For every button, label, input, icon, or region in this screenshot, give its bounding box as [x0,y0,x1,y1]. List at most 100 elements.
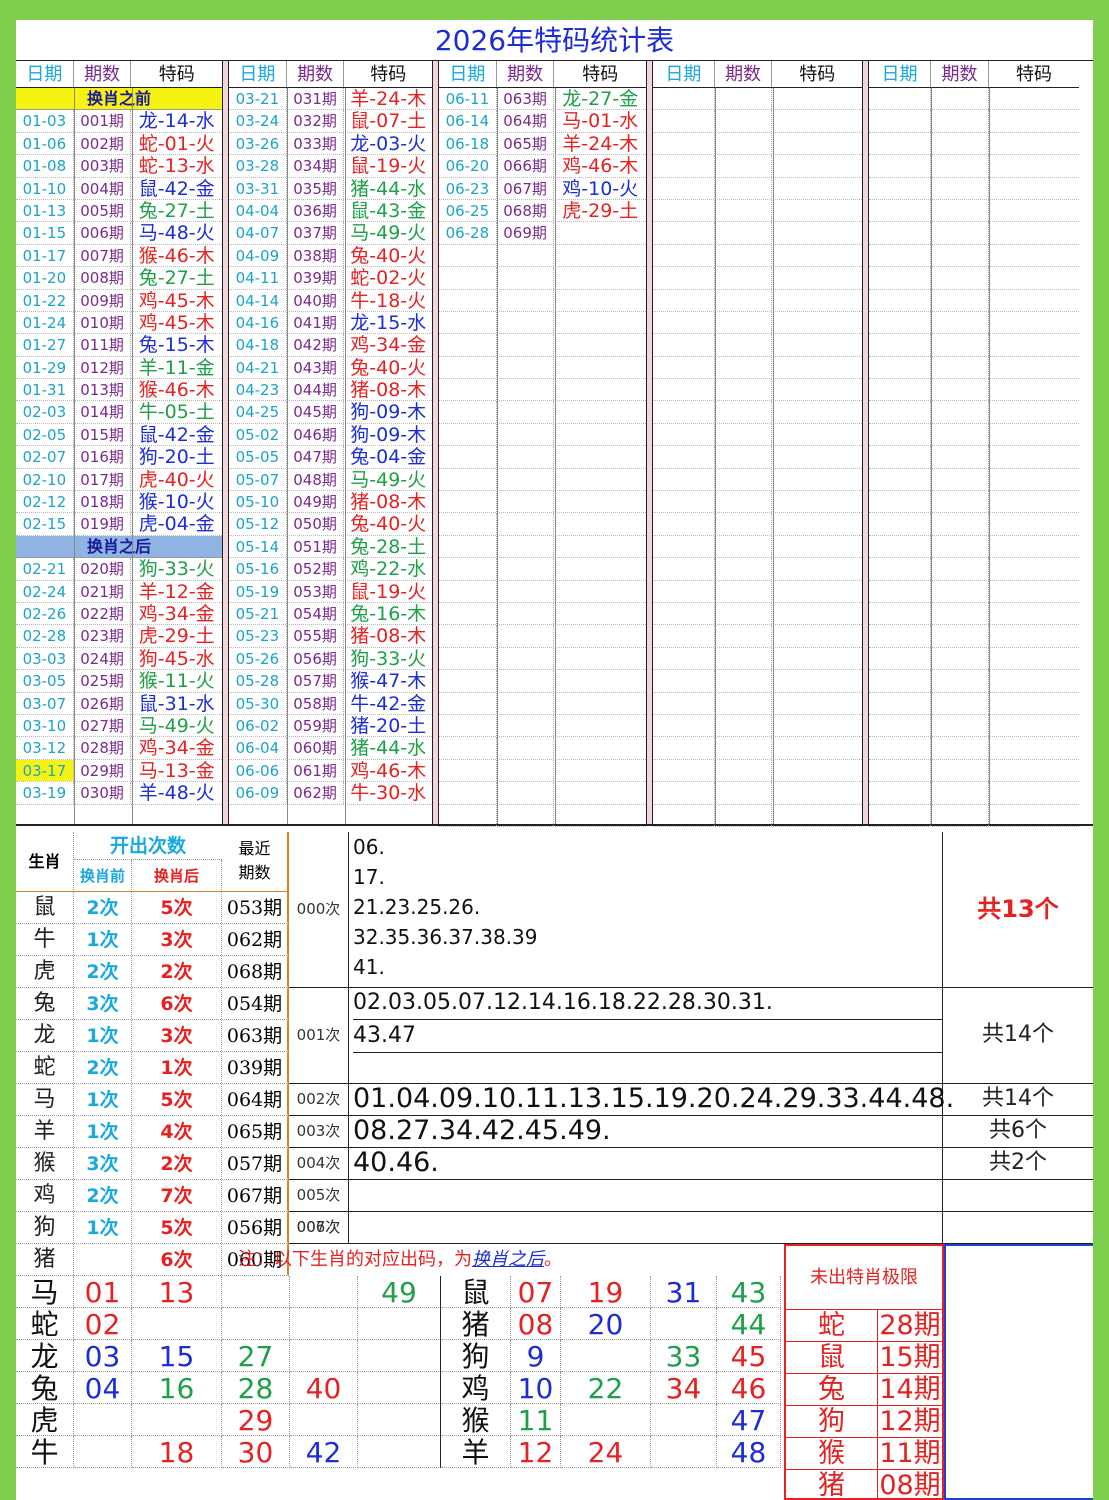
empty-row [869,244,1079,268]
table-row: 02-10 017期 虎-40-火 [16,468,222,492]
recent-issue: 067期 [222,1180,289,1211]
empty-cell [497,267,555,289]
row-code: 虎-29-土 [562,199,639,222]
empty-row [439,334,646,357]
empty-cell [554,603,646,624]
empty-row [653,558,862,581]
row-issue: 053期 [287,580,345,602]
empty-cell [931,356,989,379]
empty-row [439,535,646,559]
empty-cell [554,558,646,579]
empty-cell [497,446,555,468]
empty-row [869,356,1079,380]
empty-cell [497,714,555,737]
empty-cell [439,759,497,782]
freq-number-line: 01.04.09.10.11.13.15.19.20.24.29.33.44.4… [353,1083,955,1114]
empty-cell [715,334,773,356]
empty-cell [772,245,862,266]
header-zodiac: 生肖 [16,832,74,892]
empty-cell [554,357,646,378]
row-code: 虎-29-土 [138,625,215,647]
empty-cell [931,177,989,199]
row-code: 马-49-火 [350,222,427,244]
table-row: 03-28 034期 鼠-19-火 [229,155,432,178]
table-row: 02-26 022期 鸡-34-金 [16,602,222,626]
empty-cell [439,714,497,737]
empty-cell [653,558,715,580]
empty-cell [715,670,773,692]
empty-cell [497,782,555,804]
map-number: 49 [358,1276,441,1309]
row-code: 鼠-19-火 [350,580,427,602]
row-date: 05-07 [229,468,287,491]
empty-cell [772,178,862,199]
freq-label: 000次 [289,832,349,987]
empty-cell [772,88,862,109]
empty-cell [931,647,989,670]
table-row: 06-09 062期 牛-30-水 [229,782,432,805]
map-number [222,1308,290,1340]
empty-cell [931,580,989,602]
row-code: 狗-09-木 [350,401,427,423]
limit-issue: 14期 [879,1374,941,1405]
row-issue: 002期 [74,132,132,155]
empty-row [653,602,862,626]
map-number: 43 [717,1276,781,1309]
table-row: 02-28 023期 虎-29-土 [16,625,222,648]
row-issue: 039期 [287,267,345,289]
count-before: 3次 [74,988,132,1019]
freq-number-line: 40.46. [353,1147,439,1178]
zodiac-row: 马 1次 5次 064期 [16,1084,289,1116]
row-date: 01-03 [16,110,74,132]
empty-cell [439,804,497,826]
row-issue: 060期 [287,737,345,759]
count-after: 4次 [132,1116,222,1147]
empty-row [869,558,1079,581]
note-link[interactable]: 换肖之后 [472,1249,544,1270]
empty-row [439,244,646,268]
empty-cell [715,88,773,110]
row-code: 马-01-水 [562,110,639,132]
row-date: 06-11 [439,88,497,110]
row-code: 虎-04-金 [138,513,215,535]
header-recent-line2: 期数 [238,863,271,882]
row-code: 鸡-46-木 [350,759,427,782]
empty-row [653,244,862,268]
empty-row [653,132,862,156]
row-issue: 065期 [497,132,555,155]
empty-row [439,580,646,603]
empty-cell [715,692,773,714]
map-number: 29 [222,1404,290,1437]
row-issue: 008期 [74,267,132,289]
empty-row [653,647,862,671]
table-row: 01-20 008期 兔-27-土 [16,267,222,290]
row-date: 04-25 [229,401,287,423]
empty-row [439,446,646,469]
table-row: 03-12 028期 鸡-34-金 [16,737,222,760]
row-date: 01-22 [16,289,74,311]
zodiac-row: 牛 1次 3次 062期 [16,924,289,956]
empty-cell [497,558,555,580]
row-code: 兔-40-火 [350,356,427,379]
row-code: 羊-11-金 [138,356,215,379]
empty-cell [653,580,715,602]
empty-cell [931,737,989,759]
count-before: 3次 [74,1148,132,1179]
table-row: 06-20 066期 鸡-46-木 [439,155,646,178]
row-code: 兔-27-土 [138,199,215,222]
empty-cell [715,356,773,379]
row-issue: 062期 [287,782,345,804]
row-date: 02-12 [16,491,74,513]
row-code: 鼠-42-金 [138,423,215,446]
count-after: 2次 [132,956,222,987]
empty-cell [439,267,497,289]
empty-cell [497,625,555,647]
empty-row [653,88,862,111]
empty-cell [869,88,931,110]
empty-cell [497,737,555,759]
empty-row [653,491,862,514]
map-number [74,1404,132,1436]
empty-cell [772,357,862,378]
zodiac-name: 鸡 [16,1180,74,1211]
empty-cell [554,290,646,311]
